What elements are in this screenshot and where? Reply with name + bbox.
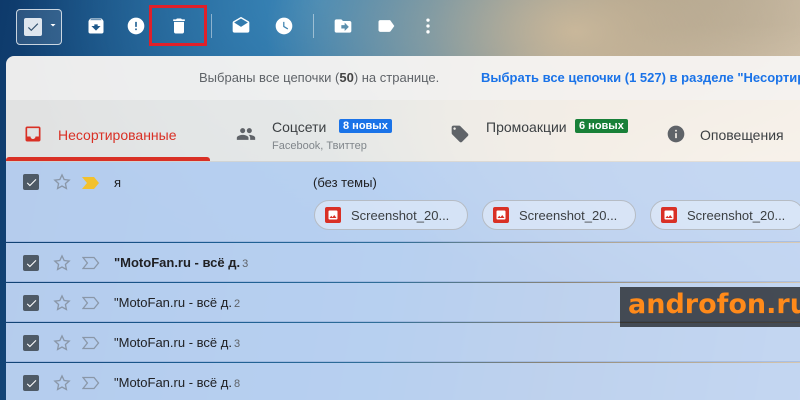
delete-highlight-frame (149, 5, 207, 46)
report-spam-icon[interactable] (120, 10, 152, 42)
checkbox-checked-icon (24, 18, 42, 36)
important-marker-icon[interactable] (81, 256, 100, 270)
people-icon (236, 124, 256, 144)
inbox-icon (23, 124, 43, 144)
active-tab-indicator (6, 157, 210, 161)
attachment-chip[interactable]: Screenshot_20... (482, 200, 636, 230)
tab-promotions-badge: 6 новых (575, 119, 628, 133)
image-icon (325, 207, 341, 223)
tab-social-sub: Facebook, Твиттер (272, 140, 367, 152)
row-checkbox[interactable] (23, 375, 39, 391)
tab-social-label: Соцсети (272, 119, 327, 135)
email-row[interactable]: я (без темы) Screenshot_20... Screenshot… (6, 162, 800, 242)
email-sender: "MotoFan.ru - всё д. 2 (114, 295, 241, 310)
toolbar-divider (313, 14, 314, 38)
thread-count: 3 (233, 338, 241, 350)
tag-icon (450, 124, 470, 144)
mark-as-read-icon[interactable] (225, 10, 257, 42)
thread-count: 3 (242, 258, 249, 270)
tab-social[interactable]: Соцсети 8 новых Facebook, Твиттер (224, 100, 424, 162)
email-list: я (без темы) Screenshot_20... Screenshot… (6, 162, 800, 400)
row-checkbox[interactable] (23, 255, 39, 271)
tab-social-badge: 8 новых (339, 119, 392, 133)
star-icon[interactable] (52, 373, 72, 393)
tab-primary[interactable]: Несортированные (6, 100, 210, 162)
email-row[interactable]: "MotoFan.ru - всё д. 3 (6, 243, 800, 282)
star-icon[interactable] (52, 172, 72, 192)
snooze-icon[interactable] (268, 10, 300, 42)
image-icon (493, 207, 509, 223)
star-icon[interactable] (52, 293, 72, 313)
attachment-name: Screenshot_20... (687, 207, 786, 223)
thread-count: 2 (233, 298, 241, 310)
more-icon[interactable] (412, 10, 444, 42)
star-icon[interactable] (52, 253, 72, 273)
chevron-down-icon[interactable] (42, 18, 59, 36)
email-sender: "MotoFan.ru - всё д. 8 (114, 375, 241, 390)
row-checkbox[interactable] (23, 174, 39, 190)
select-all-conversations-link[interactable]: Выбрать все цепочки (1 527) в разделе "Н… (481, 70, 800, 85)
important-marker-icon[interactable] (82, 176, 100, 190)
email-sender: "MotoFan.ru - всё д. 3 (114, 255, 249, 270)
important-marker-icon[interactable] (81, 376, 100, 390)
important-marker-icon[interactable] (81, 336, 100, 350)
category-tabs: Несортированные Соцсети 8 новых Facebook… (6, 100, 800, 162)
email-sender: "MotoFan.ru - всё д. 3 (114, 335, 241, 350)
email-subject: (без темы) (313, 175, 377, 190)
star-icon[interactable] (52, 333, 72, 353)
email-row[interactable]: "MotoFan.ru - всё д. 3 (6, 323, 800, 362)
label-icon[interactable] (370, 10, 402, 42)
attachment-name: Screenshot_20... (519, 207, 618, 223)
tab-updates-label: Оповещения (700, 127, 784, 143)
selection-notice: Выбраны все цепочки (50) на странице. Вы… (6, 56, 800, 100)
email-row[interactable]: "MotoFan.ru - всё д. 8 (6, 363, 800, 400)
attachment-chip[interactable]: Screenshot_20... (650, 200, 800, 230)
select-all-checkbox[interactable] (16, 9, 62, 45)
tab-promotions-label: Промоакции (486, 119, 567, 135)
selected-count: 50 (339, 70, 354, 85)
archive-icon[interactable] (80, 10, 112, 42)
email-sender: я (114, 175, 122, 190)
toolbar (0, 0, 800, 56)
row-checkbox[interactable] (23, 295, 39, 311)
thread-count: 8 (233, 378, 241, 390)
watermark: androfon.ru (620, 287, 800, 327)
tab-updates[interactable]: Оповещения (660, 100, 800, 162)
tab-promotions[interactable]: Промоакции 6 новых (442, 100, 642, 162)
row-checkbox[interactable] (23, 335, 39, 351)
watermark-text: androfon.ru (628, 289, 800, 320)
toolbar-divider (211, 14, 212, 38)
move-to-icon[interactable] (327, 10, 359, 42)
tab-primary-label: Несортированные (58, 127, 177, 143)
important-marker-icon[interactable] (81, 296, 100, 310)
info-icon (666, 124, 686, 144)
notice-text: Выбраны все цепочки (50) на странице. (199, 70, 440, 85)
attachment-chip[interactable]: Screenshot_20... (314, 200, 468, 230)
attachment-name: Screenshot_20... (351, 207, 450, 223)
image-icon (661, 207, 677, 223)
